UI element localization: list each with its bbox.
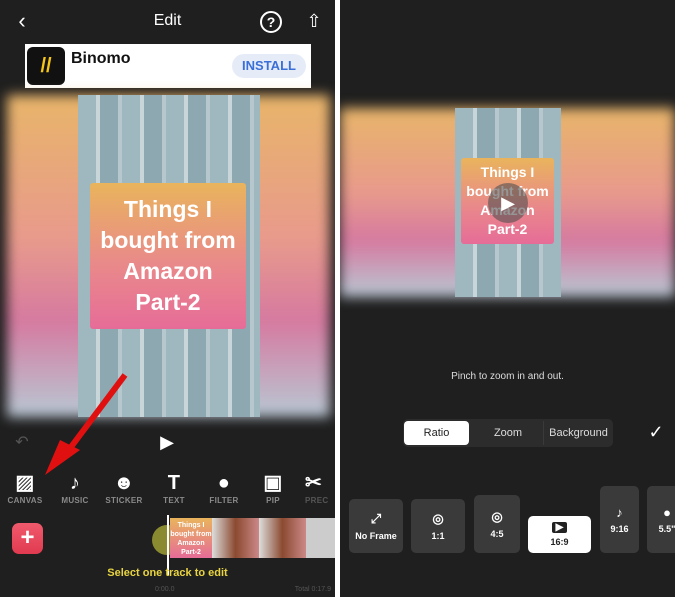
install-button[interactable]: INSTALL <box>232 54 306 78</box>
caption-line: Things I <box>123 196 213 222</box>
tool-label: PIP <box>266 496 280 505</box>
undo-icon: ↶ <box>15 434 29 451</box>
pinch-hint: Pinch to zoom in and out. <box>451 371 564 382</box>
tiktok-icon: ♪ <box>616 505 623 520</box>
page-title: Edit <box>153 12 182 29</box>
ratio-label: 4:5 <box>490 529 504 539</box>
tab-ratio[interactable]: Ratio <box>404 421 469 445</box>
undo-button[interactable]: ↶ <box>12 432 32 452</box>
question-icon: ? <box>266 14 276 30</box>
track-thumbnail <box>306 518 335 558</box>
tool-label: STICKER <box>105 496 143 505</box>
play-button[interactable]: ▶ <box>488 183 528 223</box>
caption-line: Part-2 <box>135 289 201 315</box>
tool-filter[interactable]: ● FILTER <box>199 470 249 505</box>
tool-precut[interactable]: ✂ PREC <box>305 470 335 505</box>
track-thumbnail <box>259 518 306 558</box>
total-time: Total 0:17.9 <box>294 586 331 593</box>
caption-line: bought from <box>100 227 236 253</box>
confirm-button[interactable]: ✓ <box>644 420 668 444</box>
tool-label: CANVAS <box>7 496 43 505</box>
binomo-logo-icon: // <box>27 47 65 85</box>
ratio-no-frame[interactable]: ⤢ No Frame <box>349 499 403 553</box>
ratio-label: 16:9 <box>550 537 569 547</box>
tool-label: TEXT <box>163 496 185 505</box>
pip-icon: ▣ <box>263 472 283 494</box>
caption-line: Amazon <box>123 258 213 284</box>
play-button[interactable]: ▶ <box>156 431 178 453</box>
track-thumbnail <box>212 518 259 558</box>
ratio-16-9[interactable]: ▶ 16:9 <box>528 516 591 553</box>
apple-icon: ● <box>663 505 671 520</box>
add-clip-button[interactable]: + <box>12 523 43 554</box>
tool-label: MUSIC <box>61 496 89 505</box>
ratio-label: 9:16 <box>610 524 629 534</box>
ratio-9-16[interactable]: ♪ 9:16 <box>600 486 639 553</box>
timeline-hint: Select one track to edit <box>107 567 228 579</box>
video-caption: Things I bought from Amazon Part-2 <box>90 183 246 329</box>
playhead[interactable] <box>167 515 169 575</box>
video-track[interactable]: Things I bought from Amazon Part-2 <box>170 518 335 558</box>
tab-background[interactable]: Background <box>543 421 613 445</box>
instagram-icon: ◎ <box>432 511 444 526</box>
ratio-label: 5.5" <box>658 524 675 534</box>
track-thumbnail: Things I bought from Amazon Part-2 <box>170 518 212 558</box>
editor-panel: ‹ Edit ? ⇧ // Binomo INSTALL Things I bo… <box>0 0 335 597</box>
youtube-icon: ▶ <box>551 522 568 533</box>
play-icon: ▶ <box>501 192 515 213</box>
share-button[interactable]: ⇧ <box>303 8 325 34</box>
tool-pip[interactable]: ▣ PIP <box>248 470 298 505</box>
tool-label: FILTER <box>209 496 239 505</box>
ratio-4-5[interactable]: ◎ 4:5 <box>474 495 520 553</box>
filter-icon: ● <box>217 472 231 494</box>
instagram-icon: ◎ <box>491 509 503 524</box>
ad-title: Binomo <box>71 50 131 67</box>
ratio-label: No Frame <box>355 531 397 541</box>
ad-banner[interactable]: // Binomo INSTALL <box>25 44 311 88</box>
ratio-5-5-inch[interactable]: ● 5.5" <box>647 486 675 553</box>
help-button[interactable]: ? <box>260 11 282 33</box>
tab-zoom[interactable]: Zoom <box>475 421 541 445</box>
ratio-label: 1:1 <box>431 531 445 541</box>
canvas-tabs: Ratio Zoom Background <box>403 419 613 447</box>
share-icon: ⇧ <box>306 10 322 31</box>
current-time: 0:00.0 <box>155 586 175 593</box>
caption-line: Things I <box>480 164 535 180</box>
text-icon: T <box>167 472 181 494</box>
canvas-panel: Things I bought from Amazon Part-2 ▶ Pin… <box>340 0 675 597</box>
expand-icon: ⤢ <box>370 511 382 526</box>
annotation-arrow-icon <box>45 373 128 475</box>
ratio-1-1[interactable]: ◎ 1:1 <box>411 499 465 553</box>
play-icon: ▶ <box>160 431 174 452</box>
scissors-icon: ✂ <box>305 472 323 494</box>
checkmark-icon: ✓ <box>648 421 664 442</box>
plus-icon: + <box>20 524 35 551</box>
tool-text[interactable]: T TEXT <box>149 470 199 505</box>
tool-label: PREC <box>305 496 329 505</box>
